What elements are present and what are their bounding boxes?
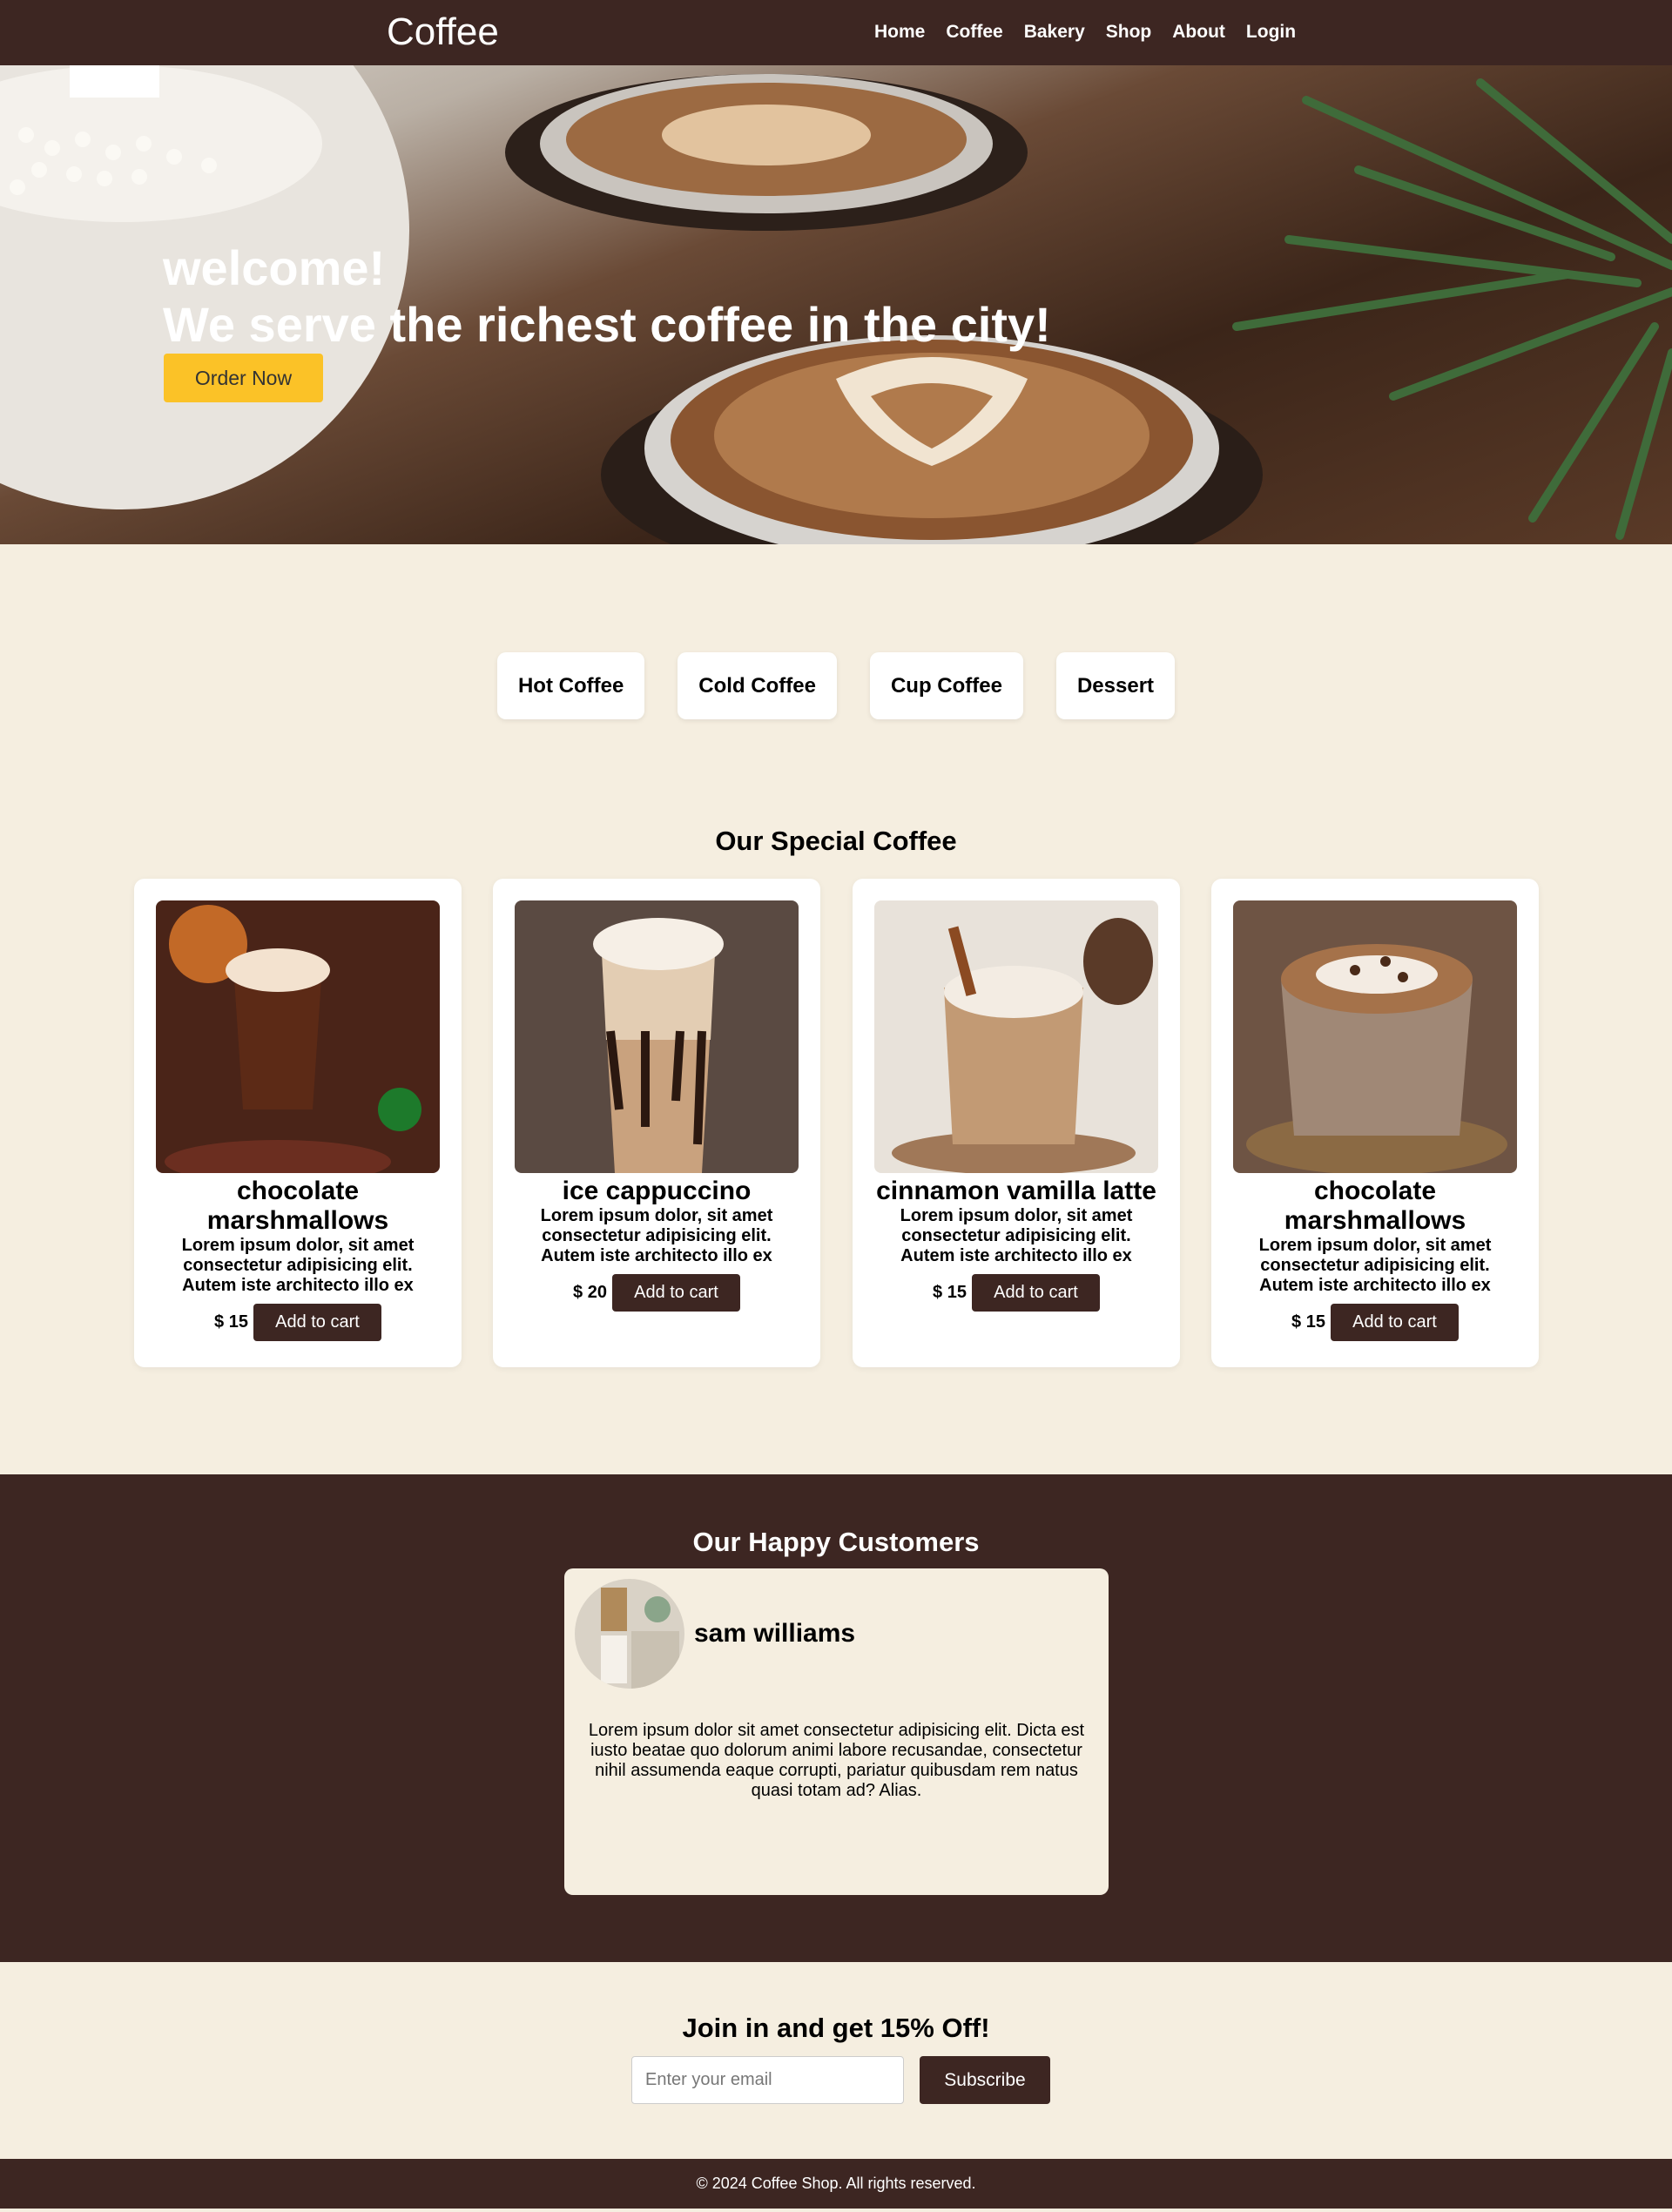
copyright-text: © 2024 Coffee Shop. All rights reserved. bbox=[696, 2175, 976, 2192]
product-card: chocolate marshmallows Lorem ipsum dolor… bbox=[134, 879, 462, 1367]
review-text: Lorem ipsum dolor sit amet consectetur a… bbox=[588, 1721, 1085, 1800]
product-price: $ 15 bbox=[1291, 1312, 1325, 1332]
product-image bbox=[874, 900, 1158, 1173]
product-name: chocolate marshmallows bbox=[206, 1177, 389, 1235]
category-cold-coffee[interactable]: Cold Coffee bbox=[678, 652, 837, 719]
newsletter-title: Join in and get 15% Off! bbox=[682, 2013, 990, 2043]
product-image bbox=[156, 900, 440, 1173]
add-to-cart-button[interactable]: Add to cart bbox=[1330, 1304, 1459, 1341]
product-buy-row: $ 20 Add to cart bbox=[493, 1274, 820, 1312]
hero-welcome-text: welcome! bbox=[163, 240, 386, 295]
category-hot-coffee[interactable]: Hot Coffee bbox=[496, 652, 645, 719]
nav-links: Home Coffee Bakery Shop About Login bbox=[874, 22, 1296, 43]
product-price: $ 20 bbox=[573, 1283, 607, 1302]
nav-link-shop[interactable]: Shop bbox=[1106, 22, 1152, 43]
review-card: sam williams Lorem ipsum dolor sit amet … bbox=[564, 1568, 1109, 1895]
email-field[interactable] bbox=[631, 2056, 904, 2104]
product-price: $ 15 bbox=[933, 1283, 967, 1302]
product-card: ice cappuccino Lorem ipsum dolor, sit am… bbox=[493, 879, 820, 1367]
category-dessert[interactable]: Dessert bbox=[1055, 652, 1176, 719]
add-to-cart-button[interactable]: Add to cart bbox=[971, 1274, 1100, 1312]
happy-customers-section: Our Happy Customers sam williams Lorem i… bbox=[0, 1474, 1672, 1962]
product-card: cinnamon vamilla latte Lorem ipsum dolor… bbox=[853, 879, 1180, 1367]
product-buy-row: $ 15 Add to cart bbox=[134, 1304, 462, 1341]
customers-title: Our Happy Customers bbox=[692, 1527, 980, 1557]
add-to-cart-button[interactable]: Add to cart bbox=[253, 1304, 381, 1341]
order-now-button[interactable]: Order Now bbox=[164, 354, 323, 402]
product-name: ice cappuccino bbox=[562, 1177, 752, 1205]
product-description: Lorem ipsum dolor, sit amet consectetur … bbox=[900, 1206, 1133, 1265]
category-cup-coffee[interactable]: Cup Coffee bbox=[869, 652, 1023, 719]
subscribe-button[interactable]: Subscribe bbox=[920, 2056, 1050, 2104]
nav-link-bakery[interactable]: Bakery bbox=[1024, 22, 1085, 43]
hero-banner: welcome! We serve the richest coffee in … bbox=[0, 65, 1672, 544]
nav-link-login[interactable]: Login bbox=[1246, 22, 1296, 43]
special-coffee-title: Our Special Coffee bbox=[715, 826, 957, 856]
product-buy-row: $ 15 Add to cart bbox=[853, 1274, 1180, 1312]
reviewer-name: sam williams bbox=[694, 1619, 856, 1648]
product-description: Lorem ipsum dolor, sit amet consectetur … bbox=[540, 1206, 773, 1265]
product-image bbox=[515, 900, 799, 1173]
avatar bbox=[575, 1579, 684, 1689]
product-description: Lorem ipsum dolor, sit amet consectetur … bbox=[1258, 1236, 1492, 1295]
product-card: chocolate marshmallows Lorem ipsum dolor… bbox=[1211, 879, 1539, 1367]
product-image bbox=[1233, 900, 1517, 1173]
nav-link-home[interactable]: Home bbox=[874, 22, 925, 43]
category-filters: Hot Coffee Cold Coffee Cup Coffee Desser… bbox=[0, 652, 1672, 719]
product-buy-row: $ 15 Add to cart bbox=[1211, 1304, 1539, 1341]
add-to-cart-button[interactable]: Add to cart bbox=[611, 1274, 740, 1312]
nav-link-coffee[interactable]: Coffee bbox=[946, 22, 1002, 43]
product-price: $ 15 bbox=[214, 1312, 248, 1332]
product-name: chocolate marshmallows bbox=[1284, 1177, 1466, 1235]
product-name: cinnamon vamilla latte bbox=[876, 1177, 1156, 1205]
hero-white-tab bbox=[70, 65, 159, 98]
hero-headline: We serve the richest coffee in the city! bbox=[163, 297, 1051, 352]
top-navbar: Coffee Home Coffee Bakery Shop About Log… bbox=[0, 0, 1672, 65]
product-description: Lorem ipsum dolor, sit amet consectetur … bbox=[181, 1236, 415, 1295]
brand-logo[interactable]: Coffee bbox=[387, 10, 499, 54]
nav-link-about[interactable]: About bbox=[1172, 22, 1225, 43]
footer: © 2024 Coffee Shop. All rights reserved. bbox=[0, 2159, 1672, 2209]
